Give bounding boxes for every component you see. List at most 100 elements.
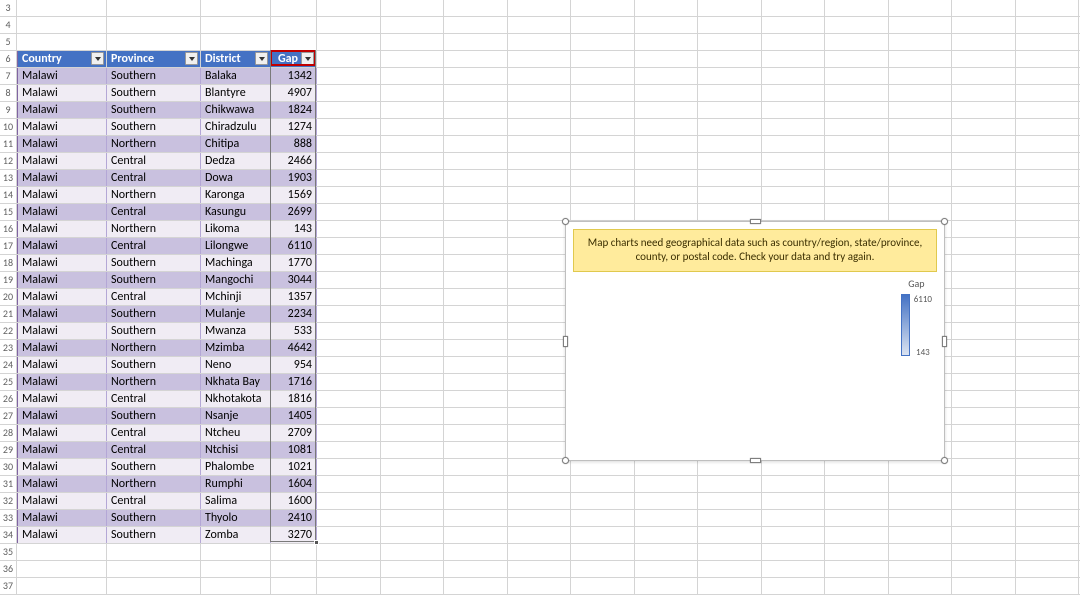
row-header[interactable]: 16	[0, 221, 17, 237]
empty-cell[interactable]	[317, 544, 381, 560]
cell-district[interactable]: Mulanje	[201, 306, 271, 322]
row-header[interactable]: 6	[0, 51, 17, 67]
empty-cell[interactable]	[635, 187, 699, 203]
empty-cell[interactable]	[825, 119, 889, 135]
empty-cell[interactable]	[889, 527, 953, 543]
cell-province[interactable]: Central	[107, 238, 201, 254]
empty-cell[interactable]	[825, 561, 889, 577]
empty-cell[interactable]	[571, 561, 635, 577]
empty-cell[interactable]	[381, 136, 445, 152]
empty-cell[interactable]	[698, 510, 762, 526]
cell-country[interactable]: Malawi	[17, 459, 107, 475]
empty-cell[interactable]	[107, 17, 201, 33]
empty-cell[interactable]	[952, 527, 1016, 543]
filter-dropdown-icon[interactable]	[91, 52, 104, 65]
empty-cell[interactable]	[762, 17, 826, 33]
empty-cell[interactable]	[444, 476, 508, 492]
empty-cell[interactable]	[889, 578, 953, 594]
cell-country[interactable]: Malawi	[17, 85, 107, 101]
row-header[interactable]: 29	[0, 442, 17, 458]
empty-cell[interactable]	[952, 578, 1016, 594]
empty-cell[interactable]	[635, 102, 699, 118]
empty-cell[interactable]	[952, 272, 1016, 288]
empty-cell[interactable]	[1016, 391, 1080, 407]
empty-cell[interactable]	[952, 0, 1016, 16]
empty-cell[interactable]	[889, 85, 953, 101]
cell-district[interactable]: Mangochi	[201, 272, 271, 288]
row-header[interactable]: 11	[0, 136, 17, 152]
row-header[interactable]: 32	[0, 493, 17, 509]
empty-cell[interactable]	[17, 544, 107, 560]
empty-cell[interactable]	[317, 17, 381, 33]
cell-country[interactable]: Malawi	[17, 170, 107, 186]
empty-cell[interactable]	[825, 170, 889, 186]
empty-cell[interactable]	[1016, 561, 1080, 577]
empty-cell[interactable]	[201, 578, 271, 594]
empty-cell[interactable]	[317, 527, 381, 543]
empty-cell[interactable]	[317, 289, 381, 305]
empty-cell[interactable]	[762, 493, 826, 509]
cell-province[interactable]: Northern	[107, 476, 201, 492]
cell-district[interactable]: Lilongwe	[201, 238, 271, 254]
empty-cell[interactable]	[952, 493, 1016, 509]
cell-country[interactable]: Malawi	[17, 340, 107, 356]
empty-cell[interactable]	[571, 153, 635, 169]
empty-cell[interactable]	[635, 510, 699, 526]
empty-cell[interactable]	[444, 493, 508, 509]
empty-cell[interactable]	[571, 493, 635, 509]
resize-handle[interactable]	[942, 336, 947, 347]
empty-cell[interactable]	[762, 578, 826, 594]
empty-cell[interactable]	[17, 578, 107, 594]
empty-cell[interactable]	[889, 170, 953, 186]
empty-cell[interactable]	[1016, 51, 1080, 67]
empty-cell[interactable]	[381, 323, 445, 339]
empty-cell[interactable]	[317, 493, 381, 509]
empty-cell[interactable]	[825, 187, 889, 203]
empty-cell[interactable]	[381, 357, 445, 373]
cell-province[interactable]: Southern	[107, 255, 201, 271]
empty-cell[interactable]	[1016, 68, 1080, 84]
cell-district[interactable]: Ntchisi	[201, 442, 271, 458]
empty-cell[interactable]	[825, 510, 889, 526]
empty-cell[interactable]	[571, 510, 635, 526]
empty-cell[interactable]	[1016, 255, 1080, 271]
empty-cell[interactable]	[107, 544, 201, 560]
empty-cell[interactable]	[635, 493, 699, 509]
empty-cell[interactable]	[381, 255, 445, 271]
map-chart-object[interactable]: Map charts need geographical data such a…	[565, 221, 945, 461]
empty-cell[interactable]	[889, 68, 953, 84]
empty-cell[interactable]	[17, 561, 107, 577]
empty-cell[interactable]	[762, 527, 826, 543]
empty-cell[interactable]	[698, 0, 762, 16]
empty-cell[interactable]	[1016, 459, 1080, 475]
empty-cell[interactable]	[889, 119, 953, 135]
empty-cell[interactable]	[317, 170, 381, 186]
row-header[interactable]: 12	[0, 153, 17, 169]
empty-cell[interactable]	[508, 153, 572, 169]
empty-cell[interactable]	[762, 561, 826, 577]
empty-cell[interactable]	[381, 289, 445, 305]
empty-cell[interactable]	[508, 119, 572, 135]
empty-cell[interactable]	[825, 68, 889, 84]
empty-cell[interactable]	[952, 306, 1016, 322]
empty-cell[interactable]	[444, 391, 508, 407]
empty-cell[interactable]	[571, 544, 635, 560]
empty-cell[interactable]	[381, 578, 445, 594]
empty-cell[interactable]	[825, 34, 889, 50]
empty-cell[interactable]	[825, 204, 889, 220]
empty-cell[interactable]	[381, 68, 445, 84]
empty-cell[interactable]	[444, 527, 508, 543]
empty-cell[interactable]	[317, 221, 381, 237]
empty-cell[interactable]	[508, 425, 572, 441]
cell-province[interactable]: Central	[107, 289, 201, 305]
empty-cell[interactable]	[508, 102, 572, 118]
empty-cell[interactable]	[444, 561, 508, 577]
empty-cell[interactable]	[444, 306, 508, 322]
empty-cell[interactable]	[317, 238, 381, 254]
cell-gap[interactable]: 2466	[271, 153, 317, 169]
empty-cell[interactable]	[1016, 238, 1080, 254]
row-header[interactable]: 31	[0, 476, 17, 492]
cell-district[interactable]: Rumphi	[201, 476, 271, 492]
empty-cell[interactable]	[698, 119, 762, 135]
row-header[interactable]: 37	[0, 578, 17, 594]
